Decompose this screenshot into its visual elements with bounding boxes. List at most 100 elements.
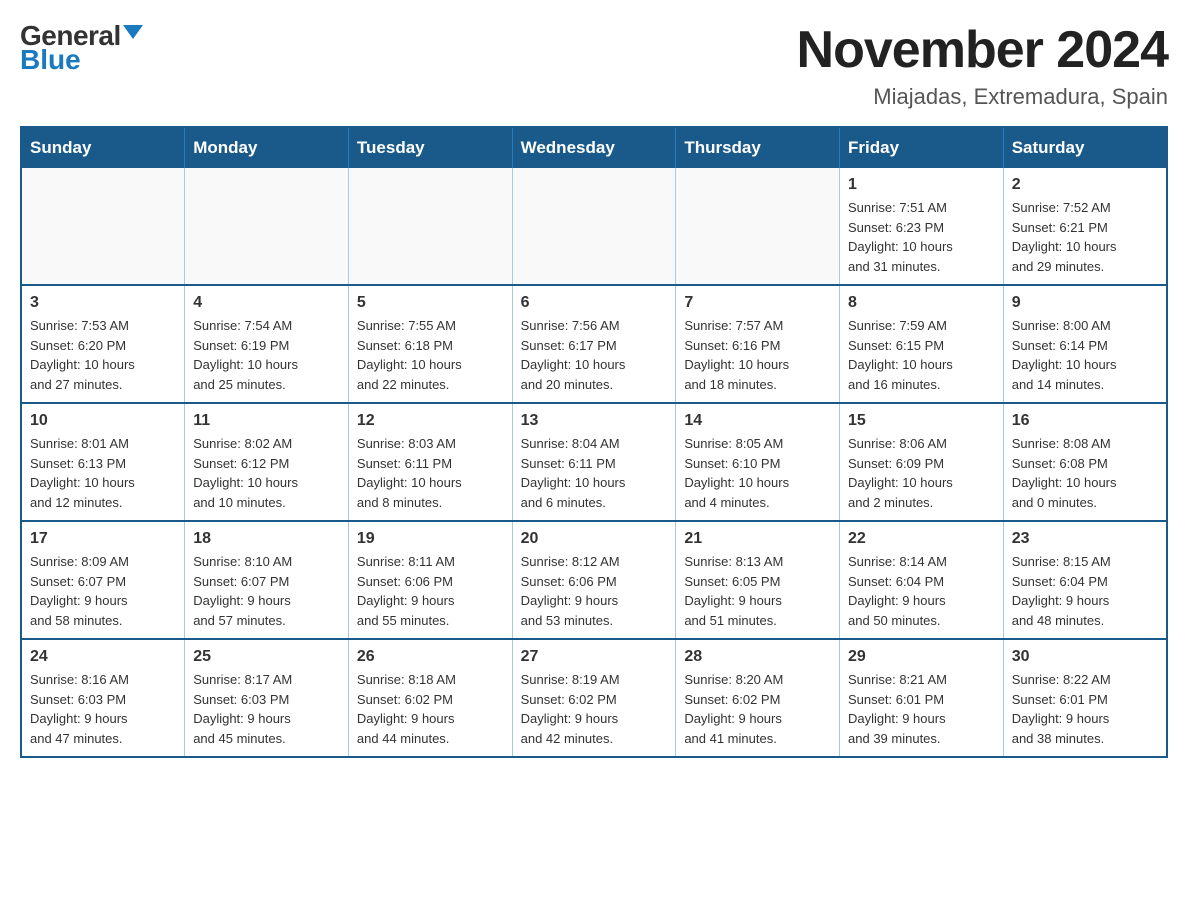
day-info: Sunrise: 7:55 AM Sunset: 6:18 PM Dayligh…	[357, 316, 504, 394]
title-block: November 2024 Miajadas, Extremadura, Spa…	[797, 20, 1168, 110]
table-row	[676, 168, 840, 285]
table-row: 3 Sunrise: 7:53 AM Sunset: 6:20 PM Daylig…	[21, 285, 185, 403]
table-row: 29 Sunrise: 8:21 AM Sunset: 6:01 PM Dayli…	[840, 639, 1004, 757]
table-row	[512, 168, 676, 285]
header-tuesday: Tuesday	[348, 127, 512, 168]
day-number: 7	[684, 294, 831, 312]
day-info: Sunrise: 8:22 AM Sunset: 6:01 PM Dayligh…	[1012, 670, 1158, 748]
day-info: Sunrise: 8:17 AM Sunset: 6:03 PM Dayligh…	[193, 670, 340, 748]
table-row	[348, 168, 512, 285]
day-info: Sunrise: 8:04 AM Sunset: 6:11 PM Dayligh…	[521, 434, 668, 512]
day-number: 12	[357, 412, 504, 430]
table-row: 21 Sunrise: 8:13 AM Sunset: 6:05 PM Dayli…	[676, 521, 840, 639]
table-row: 2 Sunrise: 7:52 AM Sunset: 6:21 PM Daylig…	[1003, 168, 1167, 285]
table-row: 4 Sunrise: 7:54 AM Sunset: 6:19 PM Daylig…	[185, 285, 349, 403]
day-info: Sunrise: 8:03 AM Sunset: 6:11 PM Dayligh…	[357, 434, 504, 512]
table-row: 19Sunrise: 8:11 AM Sunset: 6:06 PM Dayli…	[348, 521, 512, 639]
header-saturday: Saturday	[1003, 127, 1167, 168]
table-row: 25 Sunrise: 8:17 AM Sunset: 6:03 PM Dayli…	[185, 639, 349, 757]
calendar-header-row: Sunday Monday Tuesday Wednesday Thursday…	[21, 127, 1167, 168]
header-monday: Monday	[185, 127, 349, 168]
day-number: 22	[848, 530, 995, 548]
calendar-week-row: 24 Sunrise: 8:16 AM Sunset: 6:03 PM Dayli…	[21, 639, 1167, 757]
table-row: 9 Sunrise: 8:00 AM Sunset: 6:14 PM Daylig…	[1003, 285, 1167, 403]
day-info: Sunrise: 8:21 AM Sunset: 6:01 PM Dayligh…	[848, 670, 995, 748]
header-sunday: Sunday	[21, 127, 185, 168]
day-info: Sunrise: 8:08 AM Sunset: 6:08 PM Dayligh…	[1012, 434, 1158, 512]
day-info: Sunrise: 7:52 AM Sunset: 6:21 PM Dayligh…	[1012, 198, 1158, 276]
table-row: 5 Sunrise: 7:55 AM Sunset: 6:18 PM Daylig…	[348, 285, 512, 403]
day-info: Sunrise: 7:54 AM Sunset: 6:19 PM Dayligh…	[193, 316, 340, 394]
day-info: Sunrise: 8:12 AM Sunset: 6:06 PM Dayligh…	[521, 552, 668, 630]
day-number: 23	[1012, 530, 1158, 548]
table-row: 7 Sunrise: 7:57 AM Sunset: 6:16 PM Daylig…	[676, 285, 840, 403]
table-row: 28 Sunrise: 8:20 AM Sunset: 6:02 PM Dayli…	[676, 639, 840, 757]
day-number: 11	[193, 412, 340, 430]
table-row: 13 Sunrise: 8:04 AM Sunset: 6:11 PM Dayli…	[512, 403, 676, 521]
table-row: 15 Sunrise: 8:06 AM Sunset: 6:09 PM Dayli…	[840, 403, 1004, 521]
calendar-week-row: 17Sunrise: 8:09 AM Sunset: 6:07 PM Dayli…	[21, 521, 1167, 639]
table-row: 23 Sunrise: 8:15 AM Sunset: 6:04 PM Dayli…	[1003, 521, 1167, 639]
page-header: General Blue November 2024 Miajadas, Ext…	[20, 20, 1168, 110]
day-info: Sunrise: 8:10 AM Sunset: 6:07 PM Dayligh…	[193, 552, 340, 630]
logo-triangle-icon	[123, 25, 143, 39]
day-info: Sunrise: 8:11 AM Sunset: 6:06 PM Dayligh…	[357, 552, 504, 630]
day-info: Sunrise: 8:00 AM Sunset: 6:14 PM Dayligh…	[1012, 316, 1158, 394]
table-row: 16 Sunrise: 8:08 AM Sunset: 6:08 PM Dayli…	[1003, 403, 1167, 521]
table-row: 6 Sunrise: 7:56 AM Sunset: 6:17 PM Daylig…	[512, 285, 676, 403]
day-info: Sunrise: 8:06 AM Sunset: 6:09 PM Dayligh…	[848, 434, 995, 512]
day-info: Sunrise: 8:16 AM Sunset: 6:03 PM Dayligh…	[30, 670, 176, 748]
day-info: Sunrise: 8:01 AM Sunset: 6:13 PM Dayligh…	[30, 434, 176, 512]
calendar-table: Sunday Monday Tuesday Wednesday Thursday…	[20, 126, 1168, 758]
day-number: 13	[521, 412, 668, 430]
day-number: 17	[30, 530, 176, 548]
table-row: 26 Sunrise: 8:18 AM Sunset: 6:02 PM Dayli…	[348, 639, 512, 757]
calendar-week-row: 1 Sunrise: 7:51 AM Sunset: 6:23 PM Daylig…	[21, 168, 1167, 285]
day-number: 16	[1012, 412, 1158, 430]
logo-blue-text: Blue	[20, 44, 81, 76]
day-info: Sunrise: 7:56 AM Sunset: 6:17 PM Dayligh…	[521, 316, 668, 394]
day-number: 28	[684, 648, 831, 666]
day-number: 18	[193, 530, 340, 548]
calendar-title: November 2024	[797, 20, 1168, 80]
day-number: 1	[848, 176, 995, 194]
day-info: Sunrise: 8:20 AM Sunset: 6:02 PM Dayligh…	[684, 670, 831, 748]
day-number: 29	[848, 648, 995, 666]
day-info: Sunrise: 8:14 AM Sunset: 6:04 PM Dayligh…	[848, 552, 995, 630]
table-row: 18 Sunrise: 8:10 AM Sunset: 6:07 PM Dayli…	[185, 521, 349, 639]
table-row: 14Sunrise: 8:05 AM Sunset: 6:10 PM Dayli…	[676, 403, 840, 521]
day-info: Sunrise: 8:18 AM Sunset: 6:02 PM Dayligh…	[357, 670, 504, 748]
day-info: Sunrise: 8:19 AM Sunset: 6:02 PM Dayligh…	[521, 670, 668, 748]
day-number: 3	[30, 294, 176, 312]
day-number: 30	[1012, 648, 1158, 666]
day-info: Sunrise: 8:15 AM Sunset: 6:04 PM Dayligh…	[1012, 552, 1158, 630]
table-row: 20Sunrise: 8:12 AM Sunset: 6:06 PM Dayli…	[512, 521, 676, 639]
table-row: 24 Sunrise: 8:16 AM Sunset: 6:03 PM Dayli…	[21, 639, 185, 757]
header-thursday: Thursday	[676, 127, 840, 168]
day-number: 14	[684, 412, 831, 430]
day-number: 8	[848, 294, 995, 312]
table-row	[185, 168, 349, 285]
day-number: 9	[1012, 294, 1158, 312]
day-info: Sunrise: 7:57 AM Sunset: 6:16 PM Dayligh…	[684, 316, 831, 394]
day-number: 25	[193, 648, 340, 666]
day-info: Sunrise: 7:53 AM Sunset: 6:20 PM Dayligh…	[30, 316, 176, 394]
table-row: 30 Sunrise: 8:22 AM Sunset: 6:01 PM Dayli…	[1003, 639, 1167, 757]
table-row: 17Sunrise: 8:09 AM Sunset: 6:07 PM Dayli…	[21, 521, 185, 639]
table-row: 22 Sunrise: 8:14 AM Sunset: 6:04 PM Dayli…	[840, 521, 1004, 639]
table-row: 11Sunrise: 8:02 AM Sunset: 6:12 PM Dayli…	[185, 403, 349, 521]
day-number: 2	[1012, 176, 1158, 194]
day-info: Sunrise: 7:59 AM Sunset: 6:15 PM Dayligh…	[848, 316, 995, 394]
day-number: 5	[357, 294, 504, 312]
day-number: 6	[521, 294, 668, 312]
day-info: Sunrise: 8:13 AM Sunset: 6:05 PM Dayligh…	[684, 552, 831, 630]
day-info: Sunrise: 7:51 AM Sunset: 6:23 PM Dayligh…	[848, 198, 995, 276]
day-number: 27	[521, 648, 668, 666]
calendar-subtitle: Miajadas, Extremadura, Spain	[797, 84, 1168, 110]
day-number: 26	[357, 648, 504, 666]
logo: General Blue	[20, 20, 143, 76]
day-number: 4	[193, 294, 340, 312]
day-number: 21	[684, 530, 831, 548]
day-number: 15	[848, 412, 995, 430]
day-number: 24	[30, 648, 176, 666]
